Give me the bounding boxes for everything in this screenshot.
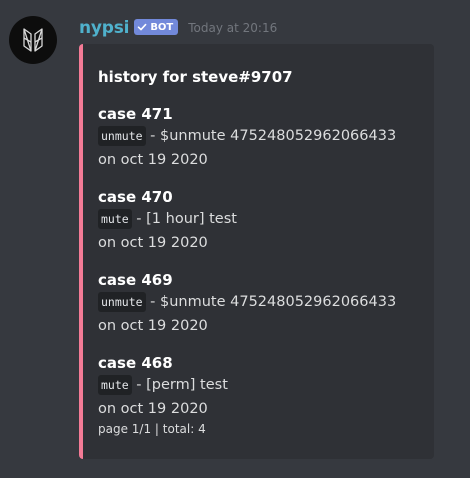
case-entry: case 468 mute - [perm] test on oct 19 20… — [98, 353, 424, 421]
command-code: unmute — [98, 292, 146, 312]
case-title: case 470 — [98, 188, 173, 206]
message-timestamp[interactable]: Today at 20:16 — [188, 21, 277, 35]
embed-footer: page 1/1 | total: 4 — [98, 422, 206, 436]
case-entry: case 470 mute - [1 hour] test on oct 19 … — [98, 187, 424, 255]
command-code: unmute — [98, 126, 146, 146]
case-title: case 471 — [98, 105, 173, 123]
command-code: mute — [98, 209, 132, 229]
case-action: unmute - $unmute 475248052962066433 — [98, 290, 424, 314]
case-date: on oct 19 2020 — [98, 152, 208, 168]
embed: history for steve#9707 case 471 unmute -… — [79, 44, 434, 459]
case-title: case 468 — [98, 354, 173, 372]
bot-tag: BOT — [134, 19, 179, 35]
case-detail: - $unmute 475248052962066433 — [145, 128, 397, 144]
case-action: mute - [1 hour] test — [98, 207, 424, 231]
case-detail: - [perm] test — [131, 377, 228, 393]
bot-tag-label: BOT — [150, 21, 174, 33]
case-date: on oct 19 2020 — [98, 318, 208, 334]
case-entry: case 471 unmute - $unmute 47524805296206… — [98, 104, 424, 172]
nypsi-logo-icon — [23, 28, 43, 52]
embed-title: history for steve#9707 — [98, 68, 293, 86]
case-title: case 469 — [98, 271, 173, 289]
case-entry: case 469 unmute - $unmute 47524805296206… — [98, 270, 424, 338]
case-date: on oct 19 2020 — [98, 401, 208, 417]
message-header: nypsi BOT Today at 20:16 — [79, 16, 277, 40]
case-date: on oct 19 2020 — [98, 235, 208, 251]
checkmark-icon — [138, 23, 147, 31]
avatar[interactable] — [9, 16, 57, 64]
case-action: unmute - $unmute 475248052962066433 — [98, 124, 424, 148]
case-action: mute - [perm] test — [98, 373, 424, 397]
chat-message: nypsi BOT Today at 20:16 history for ste… — [0, 0, 470, 478]
author-username[interactable]: nypsi — [79, 18, 130, 38]
command-code: mute — [98, 375, 132, 395]
case-detail: - $unmute 475248052962066433 — [145, 294, 397, 310]
case-detail: - [1 hour] test — [131, 211, 237, 227]
